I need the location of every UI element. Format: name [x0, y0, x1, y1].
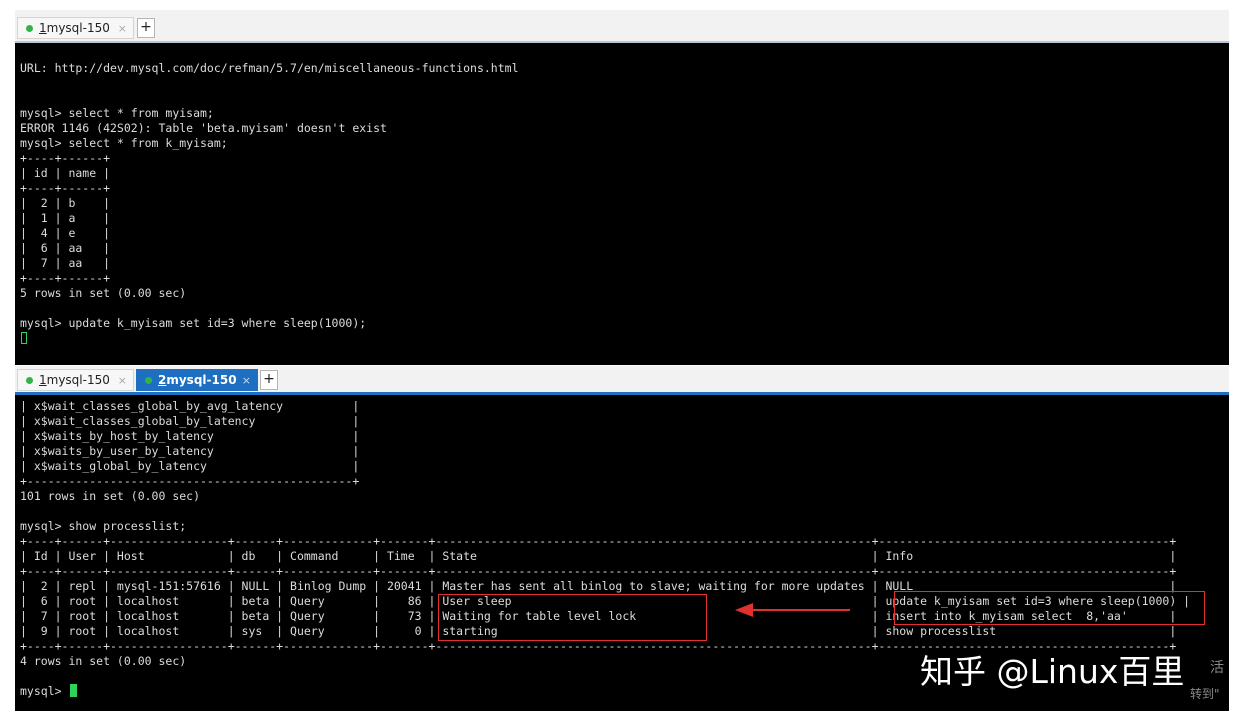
state-highlight-box [438, 594, 707, 641]
terminal-line: mysql> show processlist; [20, 519, 187, 533]
watermark-fragment: 转到" [1190, 687, 1220, 701]
terminal-line: +----+------+ [20, 151, 111, 165]
terminal-line: 101 rows in set (0.00 sec) [20, 489, 201, 503]
terminal-line: mysql> select * from k_myisam; [20, 136, 228, 150]
connected-status-icon [145, 376, 152, 384]
connected-status-icon [26, 376, 33, 384]
terminal-line: | 6 | aa | [20, 241, 111, 255]
top-terminal-output: URL: http://dev.mysql.com/doc/refman/5.7… [20, 61, 519, 331]
terminal-line: +----+------+-----------------+------+--… [20, 534, 1177, 548]
terminal-line: | x$waits_by_host_by_latency | [20, 429, 360, 443]
tab-label: mysql-150 [166, 373, 237, 387]
terminal-line: +---------------------------------------… [20, 474, 360, 488]
new-tab-button[interactable]: + [137, 18, 155, 38]
close-tab-icon[interactable]: × [118, 374, 127, 387]
close-tab-icon[interactable]: × [242, 374, 251, 387]
terminal-line: mysql> update k_myisam set id=3 where sl… [20, 316, 367, 330]
watermark: 知乎 @Linux百里 [920, 652, 1185, 691]
tab-mysql-150-1[interactable]: 1 mysql-150 × [17, 17, 134, 39]
arrow-icon [735, 603, 850, 617]
terminal-line: | x$waits_by_user_by_latency | [20, 444, 360, 458]
bottom-terminal[interactable]: | x$wait_classes_global_by_avg_latency |… [15, 395, 1229, 711]
connected-status-icon [26, 24, 33, 32]
close-tab-icon[interactable]: × [118, 22, 127, 35]
terminal-line: +----+------+ [20, 271, 111, 285]
tab-number: 2 [158, 373, 167, 387]
top-terminal[interactable]: URL: http://dev.mysql.com/doc/refman/5.7… [15, 43, 1229, 365]
tab-label: mysql-150 [46, 373, 110, 387]
terminal-line: 5 rows in set (0.00 sec) [20, 286, 187, 300]
top-tab-bar: 1 mysql-150 × + [15, 10, 1229, 43]
terminal-line: | x$waits_global_by_latency | [20, 459, 360, 473]
terminal-line: | 7 | aa | [20, 256, 111, 270]
terminal-line: | id | name | [20, 166, 111, 180]
terminal-cursor [70, 684, 77, 697]
terminal-line: | x$wait_classes_global_by_latency | [20, 414, 360, 428]
terminal-line: URL: http://dev.mysql.com/doc/refman/5.7… [20, 61, 519, 75]
terminal-line: | x$wait_classes_global_by_avg_latency | [20, 399, 360, 413]
new-tab-button[interactable]: + [260, 370, 278, 390]
terminal-line: mysql> select * from myisam; [20, 106, 214, 120]
terminal-line: | 4 | e | [20, 226, 111, 240]
tab-label: mysql-150 [46, 21, 110, 35]
tab-mysql-150-2[interactable]: 2 mysql-150 × [136, 369, 258, 391]
tab-number: 1 [39, 21, 47, 35]
terminal-line: +----+------+ [20, 181, 111, 195]
terminal-cursor [21, 332, 27, 344]
terminal-line: ERROR 1146 (42S02): Table 'beta.myisam' … [20, 121, 387, 135]
terminal-line: | Id | User | Host | db | Command | Time… [20, 549, 1177, 563]
terminal-line: | 1 | a | [20, 211, 111, 225]
terminal-line: +----+------+-----------------+------+--… [20, 564, 1177, 578]
terminal-line: | 2 | b | [20, 196, 111, 210]
watermark-fragment: 活 [1210, 660, 1224, 676]
bottom-tab-bar: 1 mysql-150 × 2 mysql-150 × + [15, 366, 1229, 395]
tab-number: 1 [39, 373, 47, 387]
info-highlight-box [894, 591, 1205, 625]
tab-mysql-150-1[interactable]: 1 mysql-150 × [17, 369, 134, 391]
